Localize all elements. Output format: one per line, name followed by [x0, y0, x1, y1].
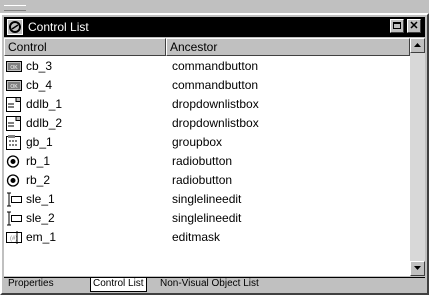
- table-row[interactable]: gb_1 groupbox: [4, 133, 410, 152]
- table-row[interactable]: OK cb_3 commandbutton: [4, 57, 410, 76]
- close-button[interactable]: ✕: [407, 19, 421, 33]
- scroll-down-button[interactable]: [410, 261, 425, 276]
- commandbutton-icon: OK: [6, 61, 22, 72]
- ancestor-name: singlelineedit: [172, 211, 242, 225]
- radiobutton-icon: [6, 155, 20, 168]
- svg-text:OK: OK: [10, 65, 18, 71]
- ancestor-name: commandbutton: [172, 78, 259, 92]
- grip-handle[interactable]: [4, 5, 26, 11]
- control-name: rb_2: [26, 173, 51, 187]
- title-bar[interactable]: Control List ✕: [4, 17, 425, 37]
- table-row[interactable]: rb_2 radiobutton: [4, 171, 410, 190]
- control-name: sle_1: [26, 192, 55, 206]
- ancestor-name: dropdownlistbox: [172, 116, 259, 130]
- control-list-window: Control List ✕ Control Ancestor OK cb_3 …: [0, 13, 429, 295]
- arrow-down-icon: [414, 266, 421, 270]
- table-row[interactable]: (#) em_1 editmask: [4, 228, 410, 247]
- commandbutton-icon: OK: [6, 80, 22, 91]
- dropdownlistbox-icon: [6, 116, 21, 131]
- control-name: ddlb_1: [26, 97, 63, 111]
- close-icon: ✕: [409, 20, 419, 32]
- window-title: Control List: [28, 20, 89, 34]
- maximize-button[interactable]: [390, 19, 404, 33]
- editmask-icon: (#): [6, 231, 22, 244]
- table-row[interactable]: sle_1 singlelineedit: [4, 190, 410, 209]
- control-name: gb_1: [26, 135, 53, 149]
- control-name: sle_2: [26, 211, 55, 225]
- ancestor-name: editmask: [172, 230, 221, 244]
- control-name: cb_4: [26, 78, 53, 92]
- tab-bar: Properties Control List Non-Visual Objec…: [4, 277, 425, 292]
- control-list-icon: [7, 19, 23, 35]
- radiobutton-icon: [6, 174, 20, 187]
- column-header-ancestor[interactable]: Ancestor: [166, 38, 410, 56]
- ancestor-name: radiobutton: [172, 154, 233, 168]
- scroll-up-button[interactable]: [410, 38, 425, 53]
- tab-properties[interactable]: Properties: [8, 278, 54, 291]
- maximize-icon: [393, 22, 401, 29]
- control-name: rb_1: [26, 154, 51, 168]
- arrow-up-icon: [414, 43, 421, 47]
- tab-non-visual-object-list[interactable]: Non-Visual Object List: [160, 278, 259, 291]
- ancestor-name: singlelineedit: [172, 192, 242, 206]
- ancestor-name: commandbutton: [172, 59, 259, 73]
- table-row[interactable]: sle_2 singlelineedit: [4, 209, 410, 228]
- groupbox-icon: [6, 135, 21, 150]
- column-header-control[interactable]: Control: [4, 38, 166, 56]
- dropdownlistbox-icon: [6, 97, 21, 112]
- table-row[interactable]: ddlb_2 dropdownlistbox: [4, 114, 410, 133]
- svg-text:OK: OK: [10, 84, 18, 90]
- control-list: Control Ancestor OK cb_3 commandbutton O…: [4, 38, 425, 276]
- control-name: ddlb_2: [26, 116, 63, 130]
- top-strip: [0, 0, 429, 13]
- table-row[interactable]: OK cb_4 commandbutton: [4, 76, 410, 95]
- singlelineedit-icon: [7, 192, 22, 207]
- singlelineedit-icon: [7, 211, 22, 226]
- svg-text:(#): (#): [10, 236, 17, 242]
- vertical-scrollbar[interactable]: [410, 38, 425, 276]
- control-name: em_1: [26, 230, 57, 244]
- table-row[interactable]: rb_1 radiobutton: [4, 152, 410, 171]
- table-row[interactable]: ddlb_1 dropdownlistbox: [4, 95, 410, 114]
- tab-control-list[interactable]: Control List: [90, 278, 147, 292]
- control-name: cb_3: [26, 59, 53, 73]
- ancestor-name: dropdownlistbox: [172, 97, 259, 111]
- ancestor-name: radiobutton: [172, 173, 233, 187]
- ancestor-name: groupbox: [172, 135, 223, 149]
